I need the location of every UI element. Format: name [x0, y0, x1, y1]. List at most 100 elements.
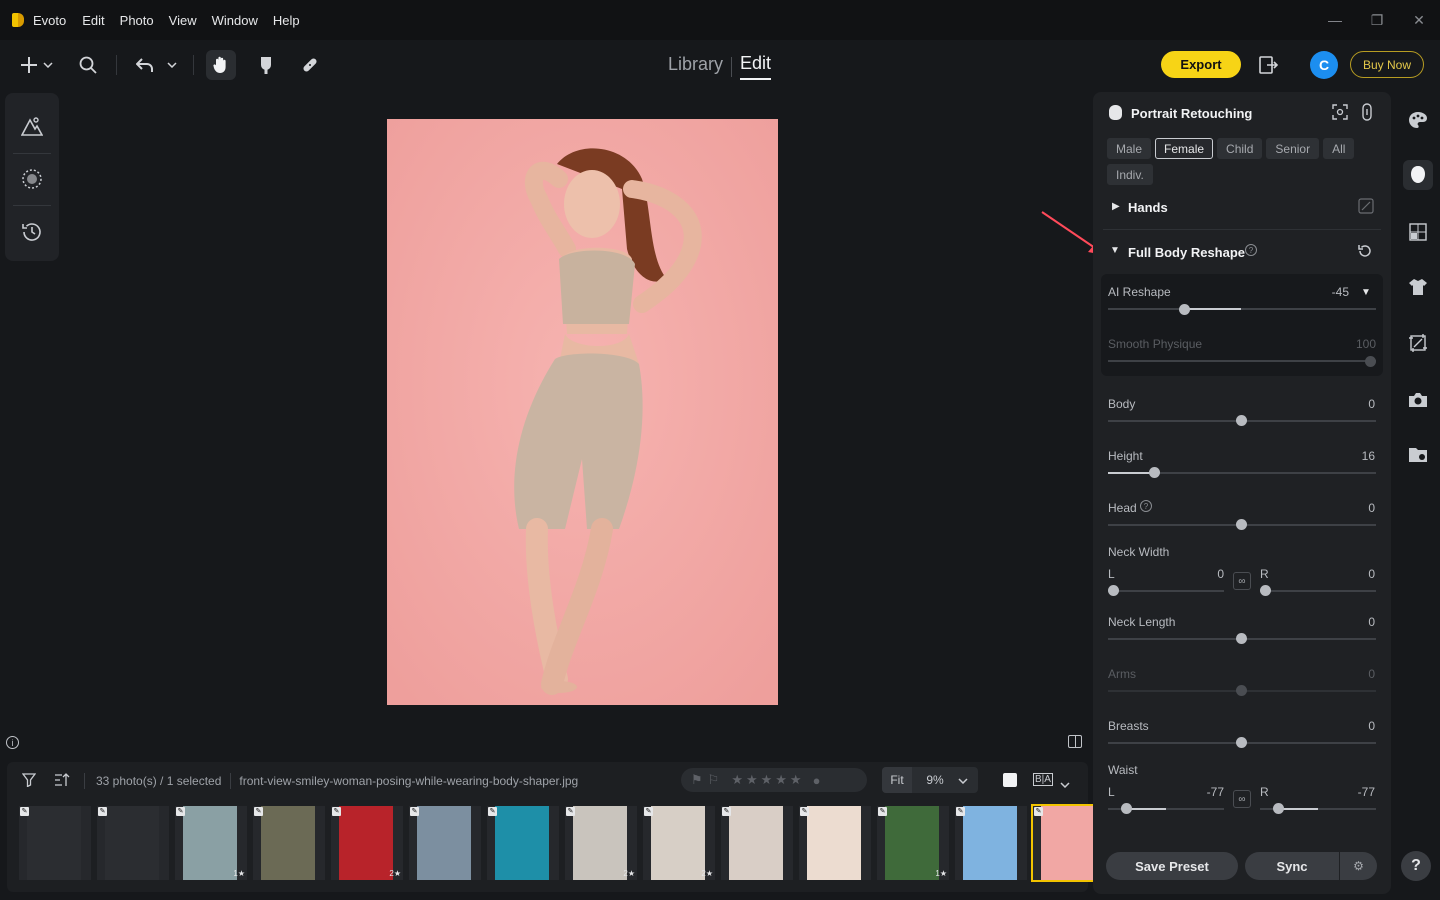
info-icon[interactable]: i: [6, 736, 19, 749]
thumbnail[interactable]: ✎: [487, 806, 559, 880]
smooth-physique-value[interactable]: 100: [1346, 337, 1376, 351]
reset-icon[interactable]: [1357, 243, 1373, 262]
waist-l-knob[interactable]: [1121, 803, 1132, 814]
neck-width-link-icon[interactable]: ∞: [1233, 572, 1251, 590]
ai-reshape-dropdown-icon[interactable]: ▼: [1361, 287, 1371, 298]
hands-expand-icon[interactable]: ▶: [1112, 201, 1120, 212]
chip-child[interactable]: Child: [1217, 138, 1263, 159]
thumbnail[interactable]: ✎: [253, 806, 325, 880]
mask-tool-icon[interactable]: [17, 164, 47, 194]
before-after-icon[interactable]: B|A: [1033, 773, 1053, 786]
chip-indiv[interactable]: Indiv.: [1107, 164, 1153, 185]
thumbnail[interactable]: ✎ 2★: [331, 806, 403, 880]
color-label-icon[interactable]: ●: [813, 773, 821, 788]
face-detect-icon[interactable]: [1332, 104, 1348, 123]
thumbnail[interactable]: ✎: [409, 806, 481, 880]
panel-link-icon[interactable]: [1361, 103, 1373, 124]
head-help-icon[interactable]: ?: [1140, 500, 1152, 512]
undo-history-chevron-down-icon[interactable]: [162, 50, 182, 80]
buy-now-button[interactable]: Buy Now: [1350, 51, 1424, 78]
minimize-button[interactable]: —: [1314, 12, 1356, 28]
neck-width-l-knob[interactable]: [1108, 585, 1119, 596]
body-knob[interactable]: [1236, 415, 1247, 426]
smooth-physique-track[interactable]: [1108, 360, 1376, 362]
chip-female[interactable]: Female: [1155, 138, 1214, 159]
waist-r-value[interactable]: -77: [1344, 785, 1375, 799]
adjust-tool-icon[interactable]: [17, 111, 47, 141]
single-view-icon[interactable]: [1003, 773, 1017, 787]
filter-icon[interactable]: [21, 772, 37, 790]
save-preset-button[interactable]: Save Preset: [1106, 852, 1238, 880]
breasts-value[interactable]: 0: [1343, 719, 1375, 733]
neck-width-l-value[interactable]: 0: [1198, 567, 1224, 581]
waist-link-icon[interactable]: ∞: [1233, 790, 1251, 808]
thumbnail[interactable]: ✎: [721, 806, 793, 880]
waist-r-knob[interactable]: [1273, 803, 1284, 814]
zoom-chevron-down-icon[interactable]: [958, 773, 968, 787]
tab-library[interactable]: Library: [668, 54, 723, 79]
neck-length-value[interactable]: 0: [1343, 615, 1375, 629]
thumbnail[interactable]: ✎ 1★: [175, 806, 247, 880]
sort-icon[interactable]: [54, 772, 70, 790]
thumbnail[interactable]: ✎: [955, 806, 1027, 880]
thumbnail[interactable]: ✎ 2★: [643, 806, 715, 880]
thumbnail[interactable]: ✎: [97, 806, 169, 880]
chip-senior[interactable]: Senior: [1266, 138, 1320, 159]
preset-folder-icon[interactable]: [1403, 440, 1433, 470]
sync-button[interactable]: Sync ⚙: [1245, 852, 1377, 880]
export-panel-icon[interactable]: [1254, 50, 1284, 80]
menu-window[interactable]: Window: [212, 13, 258, 28]
neck-width-r-knob[interactable]: [1260, 585, 1271, 596]
full-body-reshape-section[interactable]: Full Body Reshape: [1128, 245, 1245, 260]
thumbnail[interactable]: ✎ 1★: [877, 806, 949, 880]
hands-section[interactable]: Hands: [1128, 200, 1168, 215]
ai-reshape-knob[interactable]: [1179, 304, 1190, 315]
neck-width-l-track[interactable]: [1108, 590, 1224, 592]
thumbnail[interactable]: ✎: [19, 806, 91, 880]
close-button[interactable]: ✕: [1398, 12, 1440, 29]
neck-length-knob[interactable]: [1236, 633, 1247, 644]
menu-edit[interactable]: Edit: [82, 13, 104, 28]
view-chevron-down-icon[interactable]: [1060, 776, 1070, 791]
tab-edit[interactable]: Edit: [740, 53, 772, 80]
reshape-help-icon[interactable]: ?: [1245, 244, 1257, 256]
menu-view[interactable]: View: [169, 13, 197, 28]
history-icon[interactable]: [17, 217, 47, 247]
body-value[interactable]: 0: [1343, 397, 1375, 411]
height-knob[interactable]: [1149, 467, 1160, 478]
zoom-fit-button[interactable]: Fit: [882, 767, 912, 793]
zoom-control[interactable]: Fit 9%: [882, 767, 978, 793]
user-avatar[interactable]: C: [1310, 51, 1338, 79]
undo-icon[interactable]: [130, 50, 160, 80]
hands-edit-icon[interactable]: [1358, 198, 1374, 217]
restore-button[interactable]: ❐: [1356, 12, 1398, 29]
smooth-physique-knob[interactable]: [1365, 356, 1376, 367]
crop-frame-icon[interactable]: [1403, 328, 1433, 358]
search-icon[interactable]: [73, 50, 103, 80]
color-palette-icon[interactable]: [1403, 105, 1433, 135]
star-rating[interactable]: ★★★★★: [731, 772, 804, 788]
flag-icon[interactable]: ⚑: [691, 772, 703, 788]
arms-value[interactable]: 0: [1343, 667, 1375, 681]
ai-reshape-value[interactable]: -45: [1321, 285, 1349, 299]
sync-settings-gear-icon[interactable]: ⚙: [1339, 852, 1377, 880]
arms-knob[interactable]: [1236, 685, 1247, 696]
export-button[interactable]: Export: [1161, 51, 1241, 78]
menu-help[interactable]: Help: [273, 13, 300, 28]
head-knob[interactable]: [1236, 519, 1247, 530]
bandage-heal-tool-icon[interactable]: [295, 50, 325, 80]
chip-all[interactable]: All: [1323, 138, 1355, 159]
reshape-collapse-icon[interactable]: ▼: [1110, 245, 1120, 256]
split-view-icon[interactable]: [1068, 735, 1082, 748]
head-value[interactable]: 0: [1343, 501, 1375, 515]
reject-flag-icon[interactable]: ⚐: [708, 772, 720, 788]
menu-photo[interactable]: Photo: [120, 13, 154, 28]
photo-canvas[interactable]: [387, 119, 778, 705]
waist-l-value[interactable]: -77: [1193, 785, 1224, 799]
background-grid-icon[interactable]: [1403, 217, 1433, 247]
neck-width-r-track[interactable]: [1260, 590, 1376, 592]
thumbnail[interactable]: ✎: [799, 806, 871, 880]
camera-icon[interactable]: [1403, 385, 1433, 415]
portrait-retouch-face-icon[interactable]: [1403, 160, 1433, 190]
brush-tool-icon[interactable]: [251, 50, 281, 80]
